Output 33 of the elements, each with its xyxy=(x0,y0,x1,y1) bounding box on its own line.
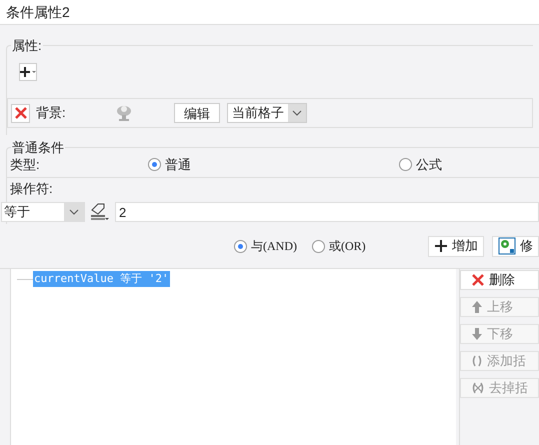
radio-label: 或(OR) xyxy=(329,238,366,255)
edit-condition-button[interactable]: 修 xyxy=(492,236,539,256)
radio-button[interactable] xyxy=(312,240,325,252)
dropdown-value: 等于 xyxy=(3,203,31,222)
radio-button[interactable] xyxy=(148,158,161,171)
chevron-icon xyxy=(69,209,79,215)
radio-label: 公式 xyxy=(416,156,442,174)
window-title: 条件属性2 xyxy=(0,0,539,25)
add-property-button[interactable] xyxy=(19,63,37,81)
operator-dropdown[interactable]: 等于 xyxy=(1,202,85,222)
chevron-icon xyxy=(292,110,302,116)
radio-button[interactable] xyxy=(234,240,247,252)
plus-icon xyxy=(434,239,448,253)
crossed-parentheses-icon xyxy=(471,381,485,395)
scope-dropdown[interactable]: 当前格子 xyxy=(227,103,307,123)
field-label: 操作符: xyxy=(9,180,54,198)
radio-label: 普通 xyxy=(165,156,191,174)
down-arrow-icon xyxy=(471,327,483,341)
image-icon xyxy=(114,104,134,122)
dropdown-value: 当前格子 xyxy=(231,104,285,122)
checkbox[interactable] xyxy=(11,104,30,122)
radio-label: 与(AND) xyxy=(251,238,297,255)
close-icon xyxy=(471,273,485,287)
property-label: 背景: xyxy=(36,104,67,122)
add-button[interactable]: 增加 xyxy=(428,236,484,256)
radio-button[interactable] xyxy=(399,158,412,171)
parentheses-icon xyxy=(471,354,483,368)
value-type-icon[interactable] xyxy=(89,202,111,222)
value-input[interactable]: 2 xyxy=(115,202,539,222)
up-arrow-icon xyxy=(471,300,483,314)
side-button[interactable]: 删除 xyxy=(460,270,539,290)
field-label: 类型: xyxy=(9,156,41,174)
edit-button[interactable]: 编辑 xyxy=(174,103,220,123)
